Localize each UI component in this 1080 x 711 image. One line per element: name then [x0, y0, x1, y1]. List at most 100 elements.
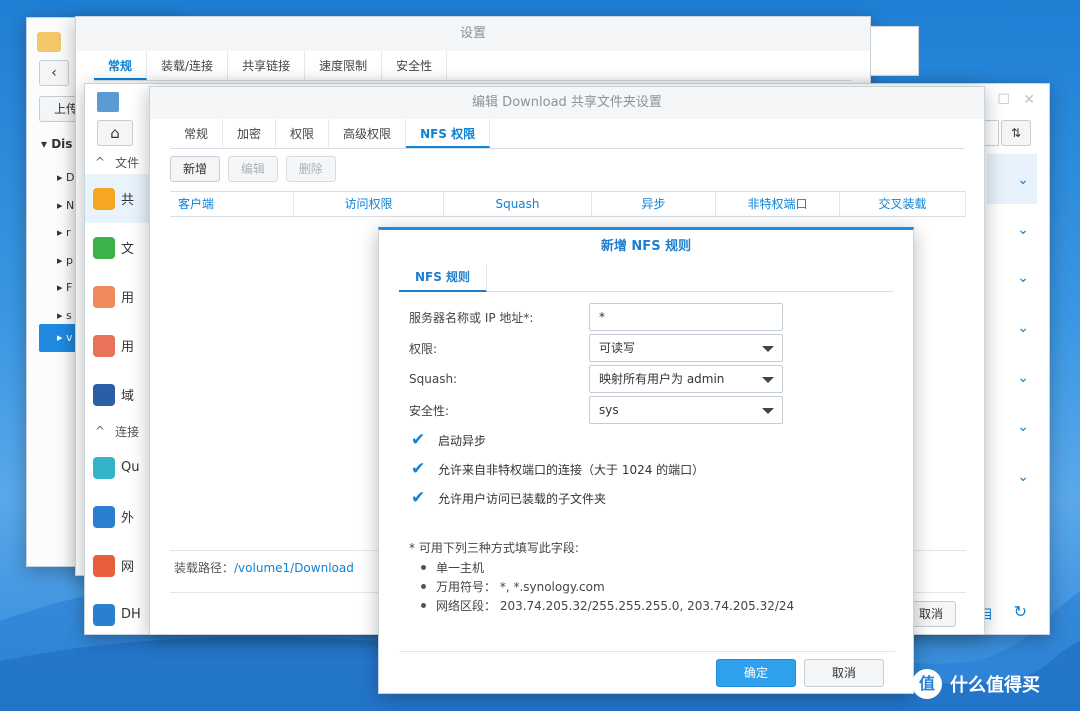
chevron-down-icon[interactable]: ⌄: [1017, 222, 1029, 238]
section-file[interactable]: ^ 文件: [85, 150, 151, 174]
watermark-logo-icon: 值: [912, 669, 942, 699]
squash-select[interactable]: 映射所有用户为 admin: [589, 365, 783, 393]
sidebar-item[interactable]: 共: [85, 174, 151, 223]
settings-tab[interactable]: 安全性: [382, 51, 448, 80]
grid-column-header[interactable]: 客户端: [170, 192, 294, 216]
tree-root[interactable]: ▾ Dis: [41, 137, 72, 151]
chevron-left-icon: ‹: [51, 65, 57, 81]
chevron-down-icon[interactable]: ⌄: [1017, 172, 1029, 188]
nonpriv-port-checkbox-row[interactable]: ✔ 允许来自非特权端口的连接（大于 1024 的端口）: [411, 458, 704, 480]
tree-item-label: D: [66, 171, 75, 184]
sidebar-item[interactable]: 网: [85, 541, 151, 590]
expand-arrow-icon[interactable]: ▸: [57, 281, 66, 294]
collapse-chevron-icon[interactable]: ^: [95, 155, 105, 169]
settings-tab[interactable]: 装载/连接: [147, 51, 229, 80]
tree-item-selected[interactable]: ▸ v: [39, 324, 79, 352]
sort-button[interactable]: ⇅: [1001, 120, 1031, 146]
tree-item-label: p: [66, 253, 74, 267]
chevron-down-icon[interactable]: ⌄: [1017, 270, 1029, 286]
collapse-chevron-icon[interactable]: ^: [95, 424, 105, 438]
chevron-down-icon[interactable]: ⌄: [1017, 320, 1029, 336]
squash-row: Squash: 映射所有用户为 admin: [409, 365, 783, 393]
mount-path-value[interactable]: /volume1/Download: [234, 561, 354, 575]
cancel-button[interactable]: 取消: [804, 659, 884, 687]
chevron-down-icon[interactable]: ⌄: [1017, 419, 1029, 435]
maximize-icon[interactable]: ☐: [997, 92, 1010, 108]
sidebar-item[interactable]: 域: [85, 370, 151, 419]
settings-tab[interactable]: 常规: [94, 51, 148, 80]
shared-folder-tab[interactable]: 高级权限: [329, 119, 407, 148]
watermark-text: 什么值得买: [950, 675, 1040, 696]
checkbox-checked-icon[interactable]: ✔: [411, 431, 428, 449]
async-checkbox-row[interactable]: ✔ 启动异步: [411, 429, 486, 451]
tab-nfs-rule[interactable]: NFS 规则: [399, 264, 488, 292]
grid-column-header[interactable]: 交叉装载: [840, 192, 966, 216]
privilege-select[interactable]: 可读写: [589, 334, 783, 362]
control-panel-window-controls: ☐ ✕: [997, 92, 1035, 108]
note-item-text: 网络区段： 203.74.205.32/255.255.255.0, 203.7…: [436, 599, 795, 613]
tree-item[interactable]: ▸ N: [57, 192, 75, 220]
grid-column-header[interactable]: 异步: [592, 192, 716, 216]
share-cancel-label: 取消: [918, 607, 943, 621]
expand-arrow-icon[interactable]: ▸: [57, 309, 66, 322]
create-button[interactable]: 新增: [170, 156, 221, 182]
shared-folder-tab[interactable]: 常规: [170, 119, 224, 148]
quickconnect-icon: [93, 456, 115, 479]
ok-button[interactable]: 确定: [716, 659, 796, 687]
checkbox-checked-icon[interactable]: ✔: [411, 489, 428, 507]
checkbox-checked-icon[interactable]: ✔: [411, 460, 428, 478]
tree-item[interactable]: ▸ D: [57, 164, 75, 192]
section-label: 连接: [115, 424, 140, 439]
expand-arrow-icon[interactable]: ▸: [57, 226, 66, 239]
shared-folder-tab[interactable]: 加密: [223, 119, 277, 148]
edit-button[interactable]: 编辑: [227, 156, 278, 182]
security-value: sys: [599, 403, 619, 417]
section-connectivity[interactable]: ^ 连接: [85, 419, 151, 443]
user-icon: [93, 285, 115, 308]
subfolder-checkbox-row[interactable]: ✔ 允许用户访问已装载的子文件夹: [411, 487, 606, 509]
network-icon: [93, 554, 115, 577]
mount-path: 装载路径：/volume1/Download: [174, 559, 354, 576]
sidebar-item-label: Qu: [121, 460, 140, 475]
tree-item[interactable]: ▸ p: [57, 247, 75, 275]
settings-tab[interactable]: 共享链接: [228, 51, 306, 80]
close-icon[interactable]: ✕: [1023, 92, 1035, 108]
grid-column-header[interactable]: Squash: [444, 192, 592, 216]
grid-column-header[interactable]: 非特权端口: [716, 192, 840, 216]
shared-folder-icon: [93, 187, 115, 210]
nfs-rule-dialog: 新增 NFS 规则 NFS 规则 服务器名称或 IP 地址*: * 权限: 可读…: [378, 227, 914, 694]
tree-item[interactable]: ▸ F: [57, 274, 75, 302]
shared-folder-tab[interactable]: NFS 权限: [406, 119, 491, 148]
sidebar-item[interactable]: 用: [85, 272, 151, 321]
home-button[interactable]: ⌂: [97, 120, 133, 146]
note-item: 万用符号： *, *.synology.com: [409, 578, 605, 595]
refresh-icon[interactable]: ↻: [1014, 602, 1027, 621]
squash-value: 映射所有用户为 admin: [599, 372, 725, 386]
section-label: 文件: [115, 155, 140, 170]
chevron-down-icon[interactable]: ⌄: [1017, 469, 1029, 485]
tree-item[interactable]: ▸ r: [57, 219, 75, 247]
security-select[interactable]: sys: [589, 396, 783, 424]
sidebar-item-label: DH: [121, 607, 141, 622]
expand-arrow-icon[interactable]: ▸: [57, 171, 66, 184]
expand-arrow-icon[interactable]: ▸: [57, 254, 66, 267]
shared-folder-tab[interactable]: 权限: [276, 119, 330, 148]
sidebar-item[interactable]: DH: [85, 590, 151, 639]
tree-root-label: Dis: [51, 137, 73, 151]
subfolder-checkbox-label: 允许用户访问已装载的子文件夹: [438, 491, 607, 506]
sidebar-item[interactable]: 外: [85, 492, 151, 541]
delete-button[interactable]: 删除: [285, 156, 336, 182]
host-input[interactable]: *: [589, 303, 783, 331]
group-icon: [93, 334, 115, 357]
back-button[interactable]: ‹: [39, 60, 69, 86]
settings-window-right-edge: [871, 26, 919, 76]
grid-column-header[interactable]: 访问权限: [294, 192, 444, 216]
folder-tree: ▸ D ▸ N ▸ r ▸ p ▸ F ▸ s: [57, 164, 75, 329]
sidebar-item[interactable]: 用: [85, 321, 151, 370]
sidebar-item[interactable]: Qu: [85, 443, 151, 492]
control-panel-sidebar: ^ 文件共文用用域 ^ 连接 Qu 外网 DH: [85, 150, 151, 639]
settings-tab[interactable]: 速度限制: [305, 51, 383, 80]
chevron-down-icon[interactable]: ⌄: [1017, 370, 1029, 386]
expand-arrow-icon[interactable]: ▸: [57, 199, 66, 212]
sidebar-item[interactable]: 文: [85, 223, 151, 272]
